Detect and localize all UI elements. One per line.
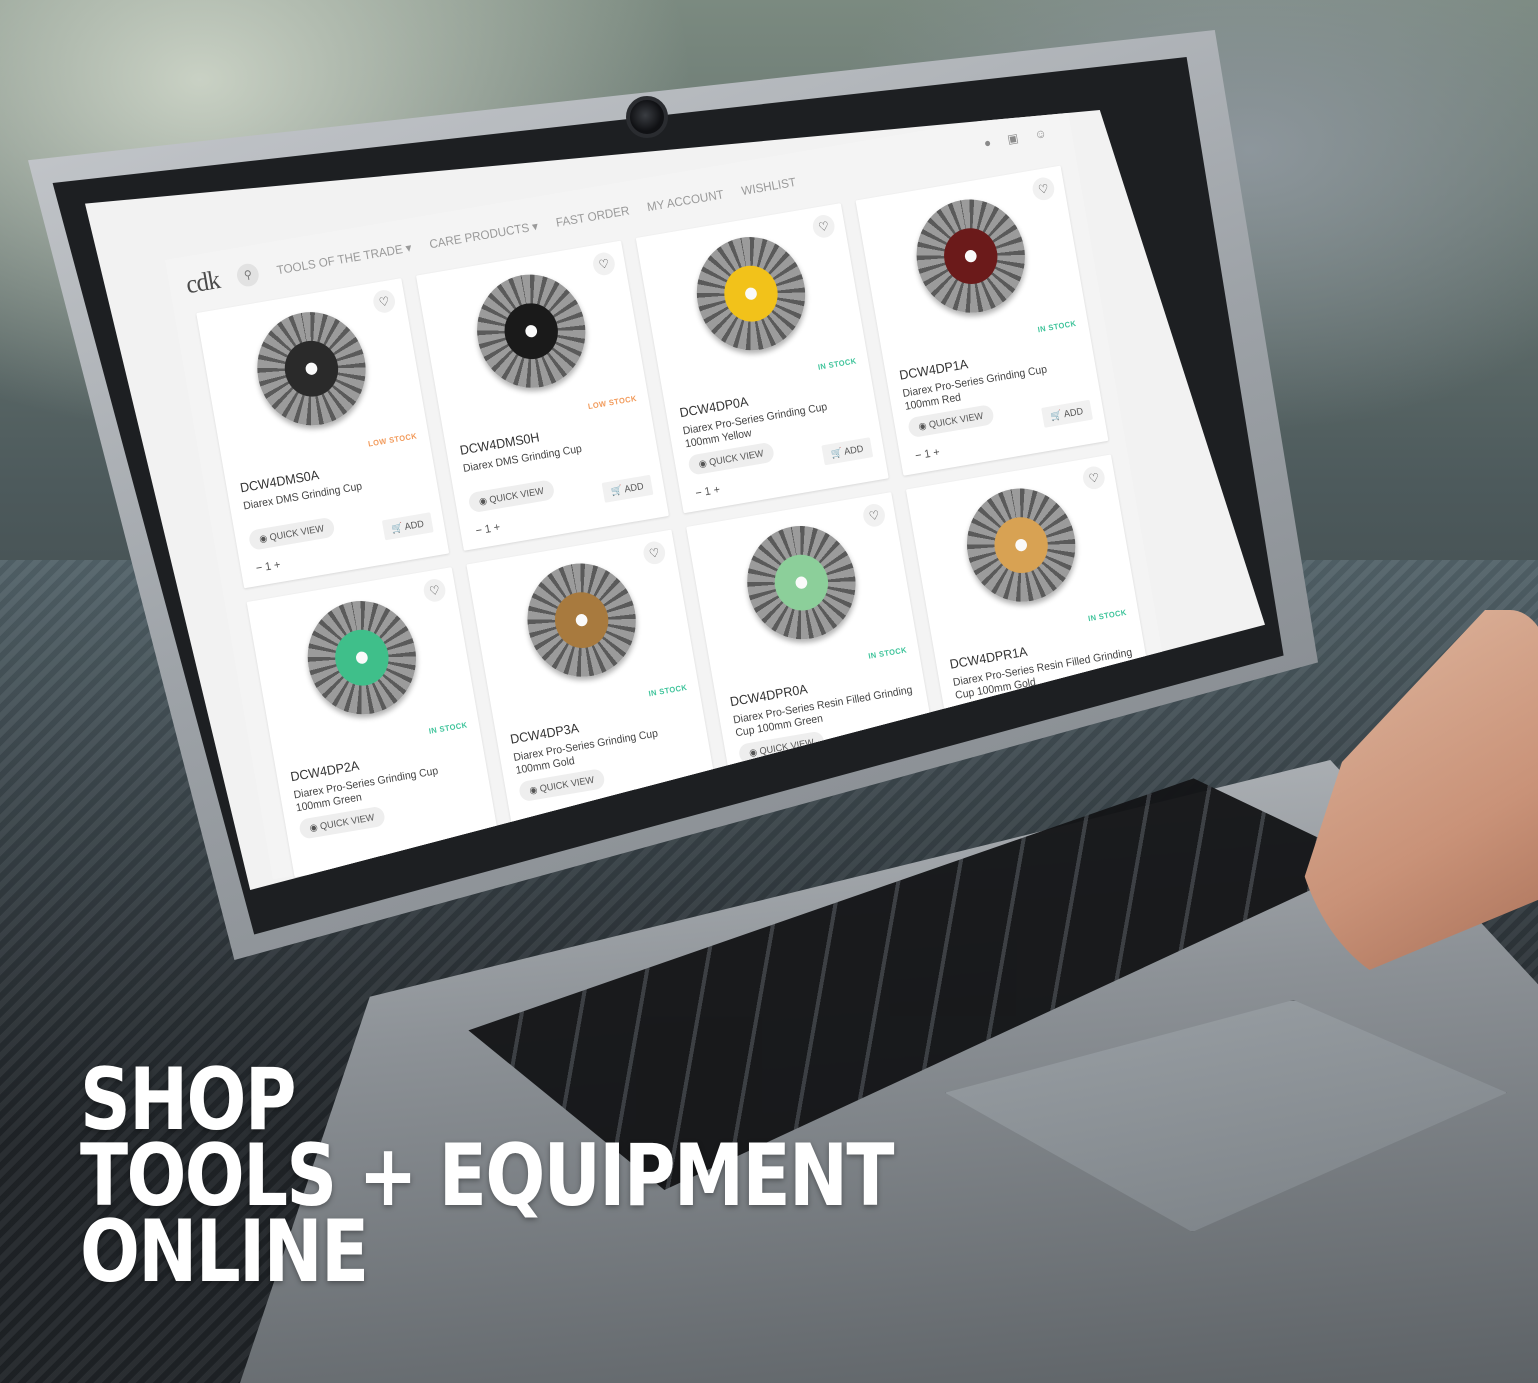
quick-view-button[interactable]: ◉ QUICK VIEW bbox=[467, 479, 556, 514]
quick-view-label: QUICK VIEW bbox=[539, 774, 595, 795]
quick-view-label: QUICK VIEW bbox=[319, 812, 376, 833]
stock-badge: LOW STOCK bbox=[367, 431, 418, 449]
quick-view-label: QUICK VIEW bbox=[488, 485, 545, 506]
disc-hole bbox=[574, 613, 589, 628]
add-label: ADD bbox=[403, 518, 425, 533]
disc-hole bbox=[963, 249, 978, 264]
quick-view-label: QUICK VIEW bbox=[928, 410, 985, 431]
disc-hub bbox=[939, 224, 1002, 289]
quantity-stepper[interactable]: − 1 + bbox=[255, 558, 282, 575]
disc-hub bbox=[990, 513, 1053, 578]
stock-badge: IN STOCK bbox=[867, 645, 908, 661]
grinding-cup-image bbox=[248, 303, 375, 434]
disc-hole bbox=[1014, 538, 1028, 553]
nav-wishlist[interactable]: WISHLIST bbox=[740, 175, 797, 198]
nav-care-products[interactable]: CARE PRODUCTS ▾ bbox=[428, 218, 539, 251]
cart-icon[interactable]: ▣ bbox=[1006, 130, 1019, 146]
stock-badge: LOW STOCK bbox=[587, 393, 638, 411]
disc-hole bbox=[355, 650, 369, 665]
quick-view-label: QUICK VIEW bbox=[708, 448, 765, 469]
disc-hub bbox=[280, 336, 343, 401]
disc-hub bbox=[550, 588, 613, 653]
quantity-stepper[interactable]: − 1 + bbox=[475, 520, 502, 537]
product-card[interactable]: ♡ IN STOCK DCW4DP0A Diarex Pro-Series Gr… bbox=[635, 203, 889, 514]
nav-tools-of-the-trade[interactable]: TOOLS OF THE TRADE ▾ bbox=[276, 240, 413, 278]
add-label: ADD bbox=[623, 481, 645, 495]
webcam bbox=[626, 96, 668, 138]
grinding-cup-image bbox=[518, 555, 645, 686]
disc-hub bbox=[770, 550, 833, 615]
product-card[interactable]: ♡ LOW STOCK DCW4DMS0H Diarex DMS Grindin… bbox=[415, 240, 669, 551]
add-to-cart-button[interactable]: 🛒 ADD bbox=[601, 474, 654, 503]
grinding-cup-image bbox=[298, 592, 425, 723]
add-to-cart-button[interactable]: 🛒 ADD bbox=[1040, 399, 1093, 428]
nav-fast-order[interactable]: FAST ORDER bbox=[555, 203, 631, 229]
grinding-cup-image bbox=[958, 480, 1085, 611]
product-card[interactable]: ♡ IN STOCK DCW4DP2A Diarex Pro-Series Gr… bbox=[246, 567, 500, 878]
user-icon[interactable]: ☺ bbox=[1033, 126, 1047, 143]
notification-icon[interactable]: ● bbox=[983, 135, 992, 151]
disc-hub bbox=[719, 261, 783, 326]
quantity-stepper[interactable]: − 1 + bbox=[694, 483, 721, 500]
add-label: ADD bbox=[1063, 406, 1085, 420]
disc-hole bbox=[744, 286, 758, 301]
disc-hub bbox=[500, 299, 563, 364]
search-icon[interactable]: ⚲ bbox=[235, 262, 261, 289]
quick-view-label: QUICK VIEW bbox=[268, 523, 325, 544]
quantity-value: 1 bbox=[483, 521, 492, 536]
quantity-value: 1 bbox=[703, 484, 712, 499]
quantity-value: 1 bbox=[263, 559, 273, 574]
stock-badge: IN STOCK bbox=[817, 356, 858, 372]
stock-badge: IN STOCK bbox=[428, 720, 469, 736]
grinding-cup-image bbox=[468, 266, 595, 397]
grinding-cup-image bbox=[738, 517, 865, 648]
product-card[interactable]: ♡ LOW STOCK DCW4DMS0A Diarex DMS Grindin… bbox=[196, 278, 450, 589]
product-card[interactable]: ♡ IN STOCK DCW4DP1A Diarex Pro-Series Gr… bbox=[855, 165, 1109, 476]
stock-badge: IN STOCK bbox=[647, 682, 688, 699]
brand-logo[interactable]: cdk bbox=[184, 265, 222, 300]
add-label: ADD bbox=[843, 443, 865, 458]
stock-badge: IN STOCK bbox=[1087, 607, 1128, 623]
grinding-cup-image bbox=[907, 191, 1034, 322]
headline: SHOP TOOLS + EQUIPMENT ONLINE bbox=[80, 1057, 894, 1295]
stock-badge: IN STOCK bbox=[1037, 318, 1077, 335]
add-to-cart-button[interactable]: 🛒 ADD bbox=[381, 512, 434, 541]
header-icons: ● ▣ ☺ bbox=[983, 126, 1048, 151]
grinding-cup-image bbox=[687, 228, 815, 359]
disc-hole bbox=[794, 575, 809, 590]
nav-my-account[interactable]: MY ACCOUNT bbox=[646, 187, 725, 214]
add-to-cart-button[interactable]: 🛒 ADD bbox=[821, 437, 874, 466]
disc-hub bbox=[330, 625, 393, 690]
quantity-stepper[interactable]: − 1 + bbox=[914, 445, 941, 462]
quick-view-button[interactable]: ◉ QUICK VIEW bbox=[247, 516, 336, 551]
disc-hole bbox=[304, 361, 319, 376]
quantity-value: 1 bbox=[923, 446, 932, 461]
disc-hole bbox=[524, 324, 539, 339]
